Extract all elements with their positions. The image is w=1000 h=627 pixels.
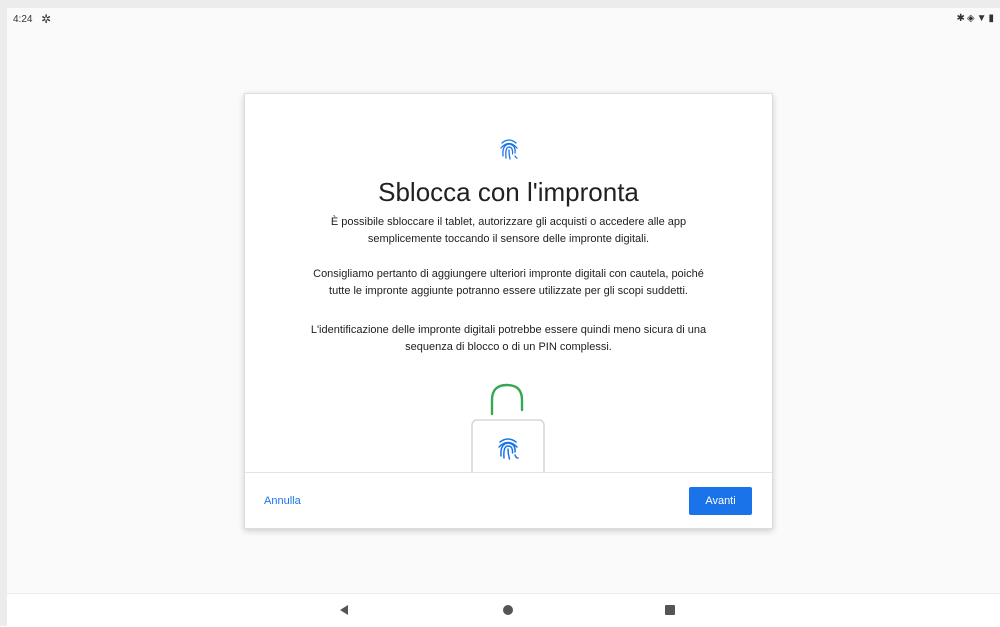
fingerprint-setup-dialog: Sblocca con l'impronta È possibile sbloc… [244, 93, 773, 529]
status-bar: 4:24 ✲ ✱◈▼▮ [7, 8, 1000, 30]
status-time: 4:24 [13, 14, 33, 25]
battery-icon: ▮ [988, 13, 996, 24]
gear-icon: ✲ [41, 12, 52, 26]
back-triangle-icon [340, 605, 348, 615]
navigation-bar [7, 593, 1000, 627]
screen-frame-top [0, 0, 1000, 8]
padlock-fingerprint-icon [471, 383, 545, 472]
dialog-title: Sblocca con l'impronta [378, 177, 639, 207]
recents-button[interactable] [651, 594, 691, 627]
bluetooth-icon: ✱ [956, 13, 967, 24]
home-button[interactable] [489, 594, 529, 627]
dialog-footer: Annulla Avanti [245, 472, 772, 529]
cancel-button[interactable]: Annulla [264, 495, 301, 507]
screen-frame-left [0, 0, 7, 626]
info-paragraph: È possibile sbloccare il tablet, autoriz… [330, 216, 687, 245]
home-circle-icon [503, 605, 513, 615]
wifi-icon: ▼ [976, 13, 989, 24]
back-button[interactable] [325, 594, 365, 627]
vibrate-icon: ◈ [966, 13, 977, 24]
fingerprint-icon [500, 139, 518, 160]
next-button[interactable]: Avanti [689, 487, 752, 515]
info-paragraph: L'identificazione delle impronte digital… [310, 324, 707, 353]
status-icons: ✱◈▼▮ [956, 13, 996, 24]
recents-square-icon [665, 605, 675, 615]
info-paragraph: Consigliamo pertanto di aggiungere ulter… [313, 268, 704, 297]
dialog-body[interactable]: Sblocca con l'impronta È possibile sbloc… [245, 94, 772, 472]
